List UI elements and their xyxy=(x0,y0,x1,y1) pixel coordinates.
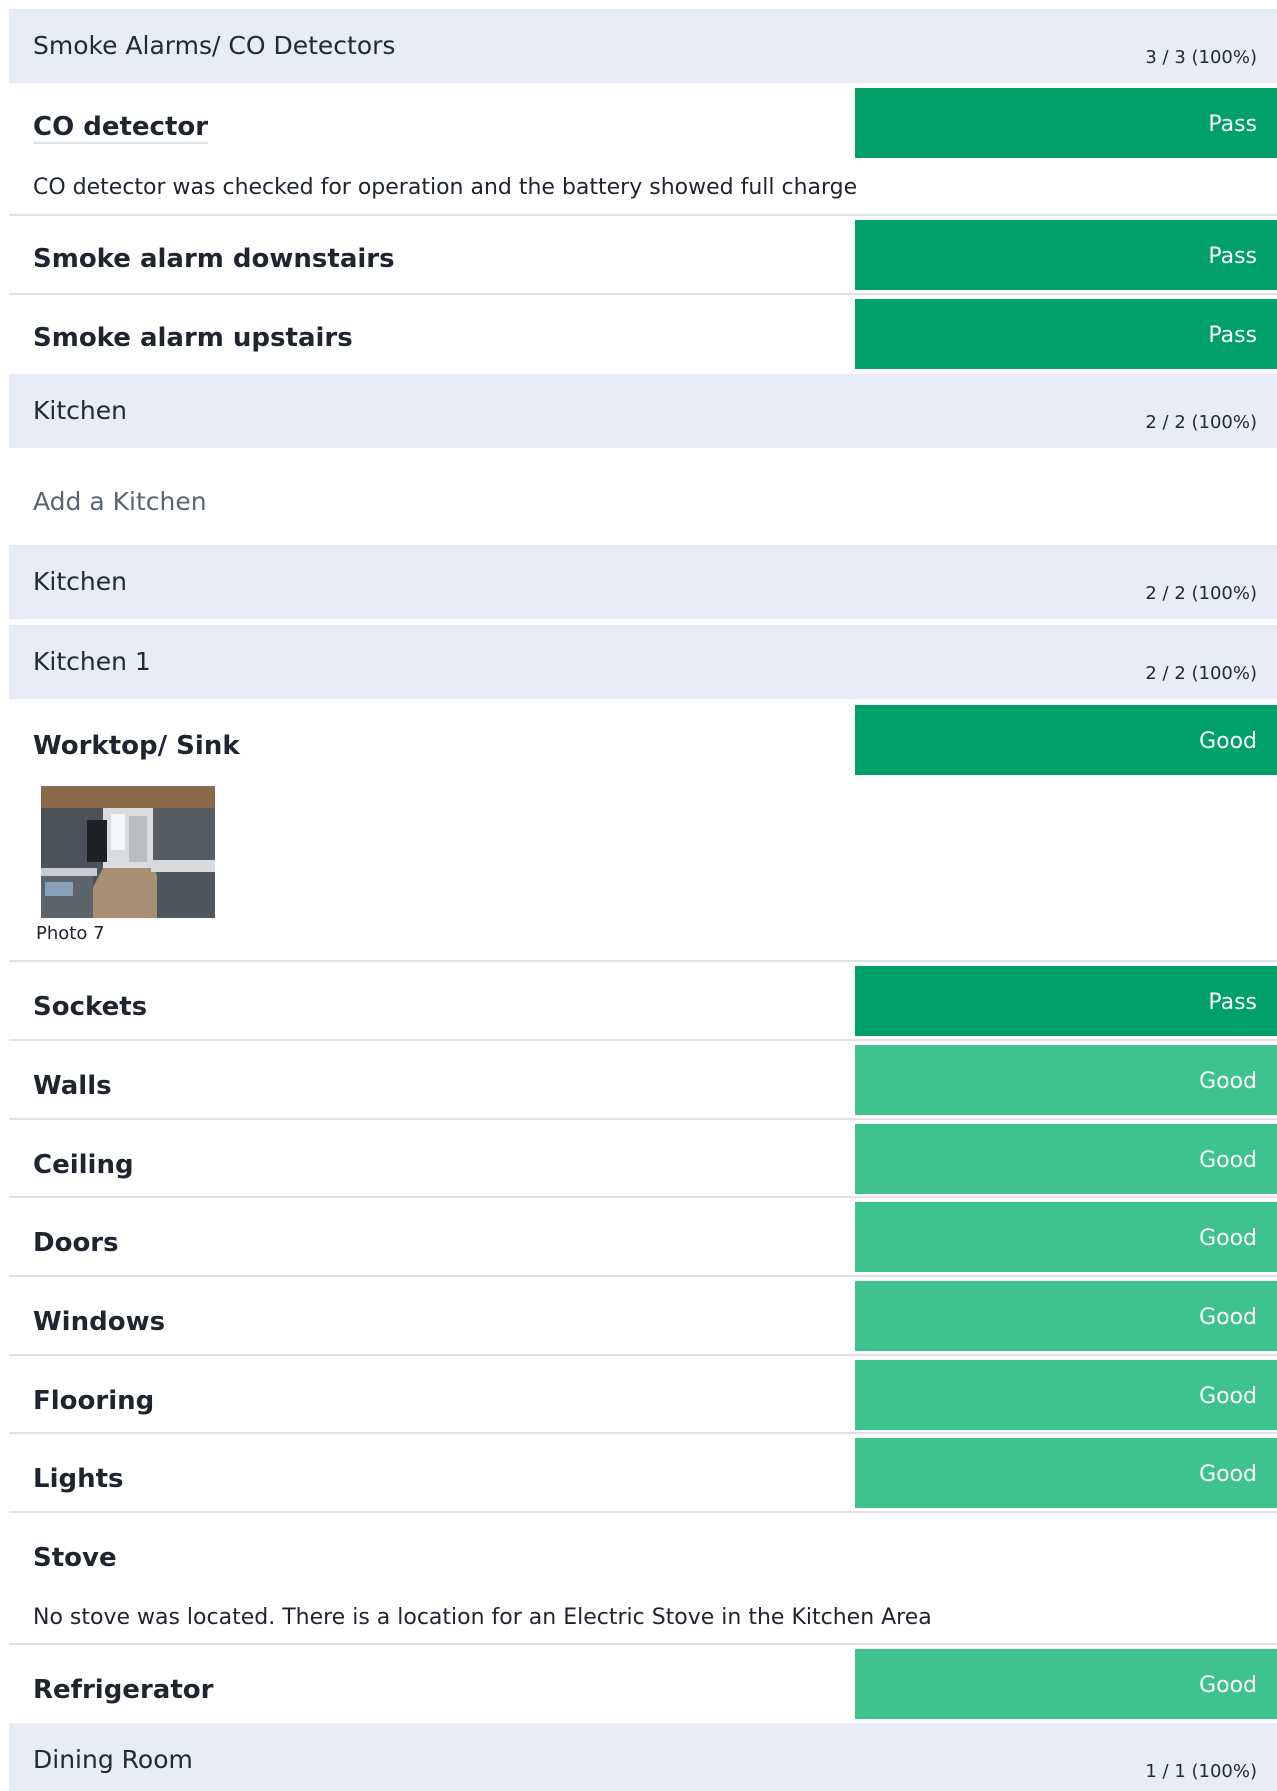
item-label: Walls xyxy=(33,1071,112,1101)
divider xyxy=(9,1354,1277,1356)
status-badge: Good xyxy=(855,1649,1277,1719)
divider xyxy=(9,1643,1277,1645)
item-label: Stove xyxy=(33,1543,117,1573)
item-label: Windows xyxy=(33,1307,166,1337)
section-count: 2 / 2 (100%) xyxy=(1145,583,1257,604)
item-doors[interactable]: Doors Good xyxy=(9,1202,1277,1272)
subsection-kitchen-1[interactable]: Kitchen 1 2 / 2 (100%) xyxy=(9,625,1277,699)
divider xyxy=(9,1275,1277,1277)
section-count: 2 / 2 (100%) xyxy=(1145,412,1257,433)
status-badge: Good xyxy=(855,1438,1277,1508)
kitchen-photo-image xyxy=(41,786,215,918)
item-walls[interactable]: Walls Good xyxy=(9,1045,1277,1115)
status-badge: Pass xyxy=(855,220,1277,290)
item-label: Flooring xyxy=(33,1386,155,1416)
item-label: Worktop/ Sink xyxy=(33,731,240,761)
status-badge: Good xyxy=(855,705,1277,775)
item-label: Sockets xyxy=(33,992,148,1022)
section-title: Kitchen 1 xyxy=(33,647,151,676)
item-smoke-downstairs[interactable]: Smoke alarm downstairs Pass xyxy=(9,220,1277,290)
divider xyxy=(9,960,1277,962)
status-badge: Good xyxy=(855,1124,1277,1194)
section-kitchen[interactable]: Kitchen 2 / 2 (100%) xyxy=(9,374,1277,448)
section-count: 1 / 1 (100%) xyxy=(1145,1761,1257,1782)
section-title: Smoke Alarms/ CO Detectors xyxy=(33,31,396,60)
item-ceiling[interactable]: Ceiling Good xyxy=(9,1124,1277,1194)
section-count: 3 / 3 (100%) xyxy=(1145,47,1257,68)
status-badge: Good xyxy=(855,1281,1277,1351)
item-label: CO detector xyxy=(33,112,209,144)
inspection-report: Smoke Alarms/ CO Detectors 3 / 3 (100%) … xyxy=(0,0,1277,1791)
divider xyxy=(9,1511,1277,1513)
item-smoke-upstairs[interactable]: Smoke alarm upstairs Pass xyxy=(9,299,1277,369)
item-label: Refrigerator xyxy=(33,1675,214,1705)
item-note: No stove was located. There is a locatio… xyxy=(33,1605,932,1630)
item-stove[interactable]: Stove xyxy=(9,1517,1277,1587)
item-flooring[interactable]: Flooring Good xyxy=(9,1360,1277,1430)
item-windows[interactable]: Windows Good xyxy=(9,1281,1277,1351)
divider xyxy=(9,1196,1277,1198)
item-label: Smoke alarm upstairs xyxy=(33,323,353,353)
status-badge: Pass xyxy=(855,299,1277,369)
status-badge: Good xyxy=(855,1045,1277,1115)
section-smoke-alarms[interactable]: Smoke Alarms/ CO Detectors 3 / 3 (100%) xyxy=(9,9,1277,83)
item-label: Doors xyxy=(33,1228,119,1258)
status-badge: Good xyxy=(855,1360,1277,1430)
item-label: Lights xyxy=(33,1464,124,1494)
item-label: Smoke alarm downstairs xyxy=(33,244,395,274)
item-refrigerator[interactable]: Refrigerator Good xyxy=(9,1649,1277,1719)
status-badge: Good xyxy=(855,1202,1277,1272)
item-note: CO detector was checked for operation an… xyxy=(33,175,858,200)
photo-caption: Photo 7 xyxy=(36,923,105,944)
section-count: 2 / 2 (100%) xyxy=(1145,663,1257,684)
add-kitchen-link[interactable]: Add a Kitchen xyxy=(33,487,207,516)
photo-thumbnail[interactable] xyxy=(41,786,215,918)
item-sockets[interactable]: Sockets Pass xyxy=(9,966,1277,1036)
divider xyxy=(9,1118,1277,1120)
item-worktop-sink[interactable]: Worktop/ Sink Good xyxy=(9,705,1277,775)
section-dining-room[interactable]: Dining Room 1 / 1 (100%) xyxy=(9,1723,1277,1791)
section-title: Kitchen xyxy=(33,396,127,425)
divider xyxy=(9,293,1277,295)
section-title: Dining Room xyxy=(33,1745,193,1774)
section-title: Kitchen xyxy=(33,567,127,596)
divider xyxy=(9,214,1277,216)
status-badge: Pass xyxy=(855,966,1277,1036)
item-label: Ceiling xyxy=(33,1150,134,1180)
item-co-detector[interactable]: CO detector Pass xyxy=(9,88,1277,158)
status-badge: Pass xyxy=(855,88,1277,158)
item-lights[interactable]: Lights Good xyxy=(9,1438,1277,1508)
subsection-kitchen[interactable]: Kitchen 2 / 2 (100%) xyxy=(9,545,1277,619)
divider xyxy=(9,1039,1277,1041)
divider xyxy=(9,1432,1277,1434)
